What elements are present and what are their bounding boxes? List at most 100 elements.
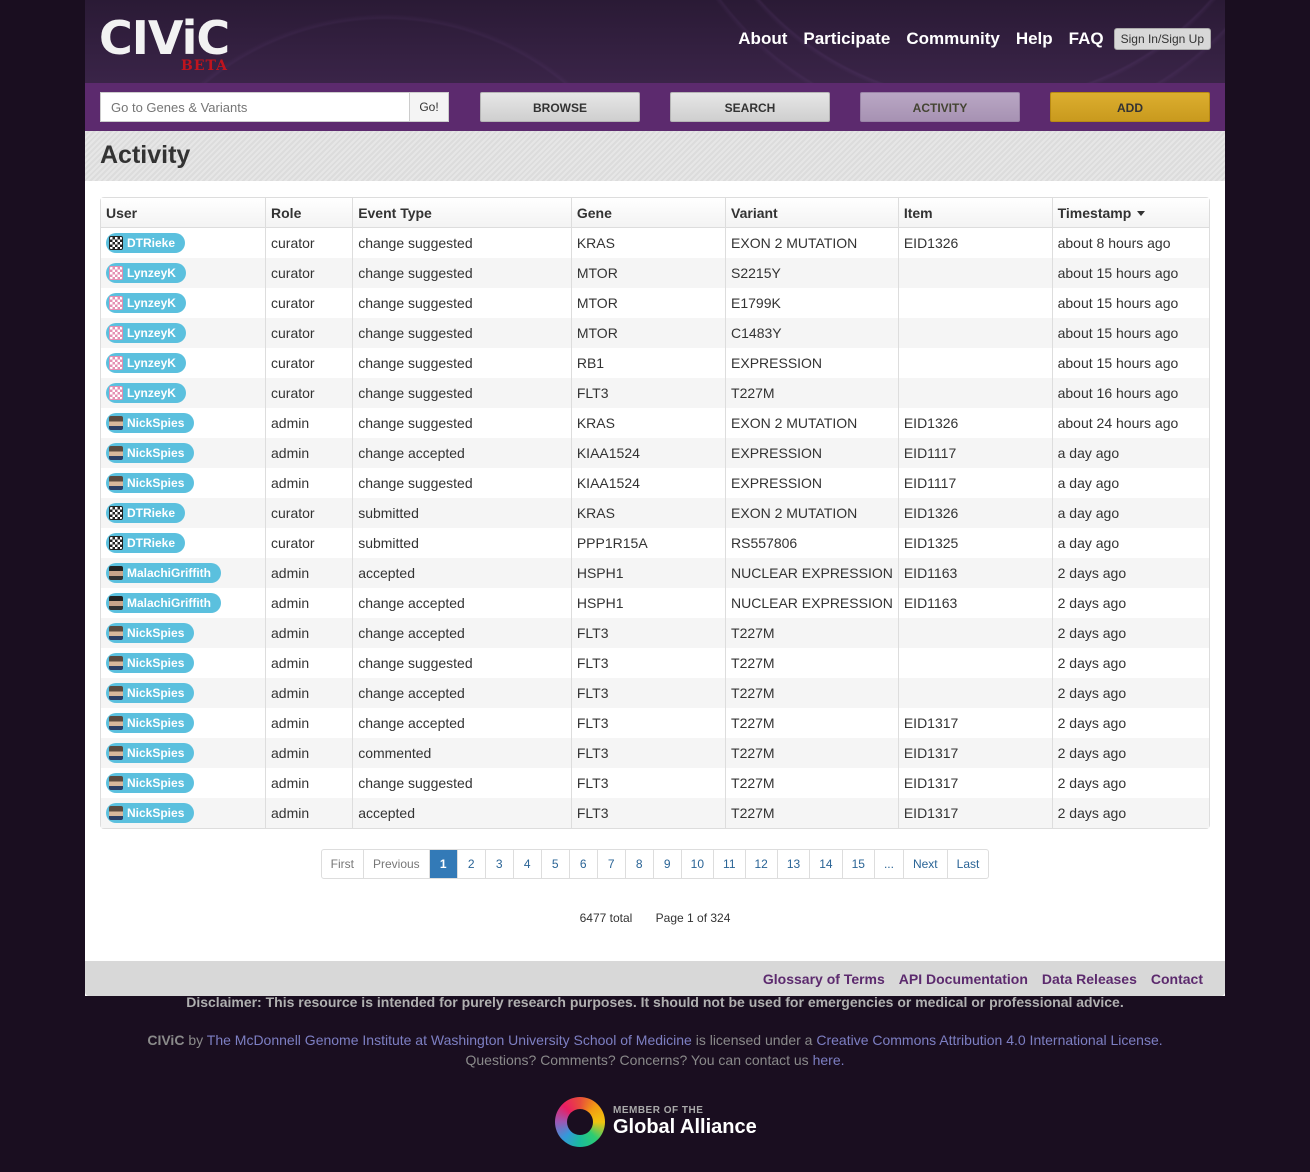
column-header-variant[interactable]: Variant — [726, 198, 899, 228]
cell-variant[interactable]: T227M — [726, 738, 899, 768]
cell-item[interactable] — [898, 258, 1053, 288]
cell-item[interactable]: EID1325 — [898, 528, 1053, 558]
cell-item[interactable]: EID1163 — [898, 588, 1053, 618]
cell-gene[interactable]: FLT3 — [571, 678, 727, 708]
browse-button[interactable]: BROWSE — [480, 92, 640, 122]
user-badge[interactable]: LynzeyK — [106, 353, 186, 373]
global-alliance-badge[interactable]: MEMBER OF THE Global Alliance — [555, 1097, 757, 1147]
cell-variant[interactable]: RS557806 — [726, 528, 899, 558]
footer-link-data-releases[interactable]: Data Releases — [1042, 971, 1137, 987]
cell-item[interactable] — [898, 648, 1053, 678]
cell-gene[interactable]: HSPH1 — [571, 558, 727, 588]
nav-help[interactable]: Help — [1016, 29, 1053, 49]
cell-variant[interactable]: EXPRESSION — [726, 348, 899, 378]
cell-item[interactable]: EID1317 — [898, 738, 1053, 768]
cell-gene[interactable]: KRAS — [571, 408, 727, 438]
footer-link-api-docs[interactable]: API Documentation — [899, 971, 1028, 987]
cell-gene[interactable]: MTOR — [571, 288, 727, 318]
page-number[interactable]: 10 — [682, 850, 715, 878]
page-number[interactable]: 13 — [778, 850, 811, 878]
cell-item[interactable]: EID1326 — [898, 228, 1053, 258]
cell-gene[interactable]: KRAS — [571, 498, 727, 528]
page-last[interactable]: Last — [948, 850, 989, 878]
cell-gene[interactable]: MTOR — [571, 318, 727, 348]
user-badge[interactable]: NickSpies — [106, 443, 195, 463]
page-number[interactable]: 1 — [429, 850, 458, 878]
page-previous[interactable]: Previous — [364, 850, 430, 878]
page-number[interactable]: 3 — [486, 850, 514, 878]
cell-item[interactable]: EID1117 — [898, 468, 1053, 498]
cell-gene[interactable]: FLT3 — [571, 768, 727, 798]
page-number[interactable]: 7 — [598, 850, 626, 878]
user-badge[interactable]: NickSpies — [106, 653, 195, 673]
cell-variant[interactable]: NUCLEAR EXPRESSION — [726, 588, 899, 618]
cell-variant[interactable]: EXPRESSION — [726, 468, 899, 498]
user-badge[interactable]: DTRieke — [106, 533, 186, 553]
cell-variant[interactable]: S2215Y — [726, 258, 899, 288]
user-badge[interactable]: DTRieke — [106, 503, 186, 523]
cell-gene[interactable]: MTOR — [571, 258, 727, 288]
mcdonnell-link[interactable]: The McDonnell Genome Institute at Washin… — [207, 1032, 692, 1048]
page-number[interactable]: 11 — [714, 850, 746, 878]
cell-item[interactable]: EID1317 — [898, 768, 1053, 798]
cell-item[interactable] — [898, 618, 1053, 648]
cell-gene[interactable]: KRAS — [571, 228, 727, 258]
cell-variant[interactable]: T227M — [726, 798, 899, 828]
column-header-timestamp[interactable]: Timestamp — [1052, 198, 1209, 228]
cell-variant[interactable]: T227M — [726, 378, 899, 408]
cell-item[interactable]: EID1326 — [898, 498, 1053, 528]
cell-gene[interactable]: PPP1R15A — [571, 528, 727, 558]
user-badge[interactable]: NickSpies — [106, 803, 195, 823]
page-next[interactable]: Next — [904, 850, 948, 878]
user-badge[interactable]: NickSpies — [106, 413, 195, 433]
cell-variant[interactable]: C1483Y — [726, 318, 899, 348]
page-number[interactable]: 2 — [458, 850, 486, 878]
footer-link-glossary[interactable]: Glossary of Terms — [763, 971, 885, 987]
user-badge[interactable]: NickSpies — [106, 743, 195, 763]
user-badge[interactable]: NickSpies — [106, 713, 195, 733]
cell-variant[interactable]: T227M — [726, 768, 899, 798]
column-header-user[interactable]: User — [101, 198, 267, 228]
cell-item[interactable] — [898, 678, 1053, 708]
user-badge[interactable]: NickSpies — [106, 773, 195, 793]
cell-item[interactable]: EID1117 — [898, 438, 1053, 468]
nav-faq[interactable]: FAQ — [1069, 29, 1104, 49]
cell-gene[interactable]: FLT3 — [571, 378, 727, 408]
cell-gene[interactable]: HSPH1 — [571, 588, 727, 618]
page-number[interactable]: 8 — [626, 850, 654, 878]
page-number[interactable]: 4 — [514, 850, 542, 878]
user-badge[interactable]: NickSpies — [106, 473, 195, 493]
cell-variant[interactable]: EXON 2 MUTATION — [726, 228, 899, 258]
user-badge[interactable]: NickSpies — [106, 683, 195, 703]
cell-variant[interactable]: T227M — [726, 618, 899, 648]
page-number[interactable]: 6 — [570, 850, 598, 878]
page-number[interactable]: 14 — [810, 850, 843, 878]
genes-variants-search-input[interactable] — [100, 92, 449, 122]
cell-item[interactable] — [898, 288, 1053, 318]
search-button[interactable]: SEARCH — [670, 92, 830, 122]
page-first[interactable]: First — [322, 850, 364, 878]
user-badge[interactable]: LynzeyK — [106, 383, 186, 403]
page-number[interactable]: 5 — [542, 850, 570, 878]
cell-item[interactable]: EID1317 — [898, 708, 1053, 738]
civic-logo[interactable]: CIViC — [99, 12, 230, 64]
user-badge[interactable]: MalachiGriffith — [106, 563, 222, 583]
cell-item[interactable]: EID1317 — [898, 798, 1053, 828]
column-header-role[interactable]: Role — [266, 198, 354, 228]
cc-license-link[interactable]: Creative Commons Attribution 4.0 Interna… — [816, 1032, 1158, 1048]
cell-gene[interactable]: FLT3 — [571, 618, 727, 648]
page-number[interactable]: 12 — [746, 850, 778, 878]
cell-variant[interactable]: EXON 2 MUTATION — [726, 408, 899, 438]
cell-variant[interactable]: T227M — [726, 678, 899, 708]
cell-variant[interactable]: T227M — [726, 648, 899, 678]
user-badge[interactable]: MalachiGriffith — [106, 593, 222, 613]
cell-item[interactable]: EID1326 — [898, 408, 1053, 438]
cell-item[interactable]: EID1163 — [898, 558, 1053, 588]
cell-variant[interactable]: T227M — [726, 708, 899, 738]
cell-variant[interactable]: E1799K — [726, 288, 899, 318]
cell-gene[interactable]: FLT3 — [571, 738, 727, 768]
column-header-gene[interactable]: Gene — [571, 198, 727, 228]
cell-item[interactable] — [898, 348, 1053, 378]
user-badge[interactable]: LynzeyK — [106, 323, 186, 343]
cell-gene[interactable]: KIAA1524 — [571, 438, 727, 468]
